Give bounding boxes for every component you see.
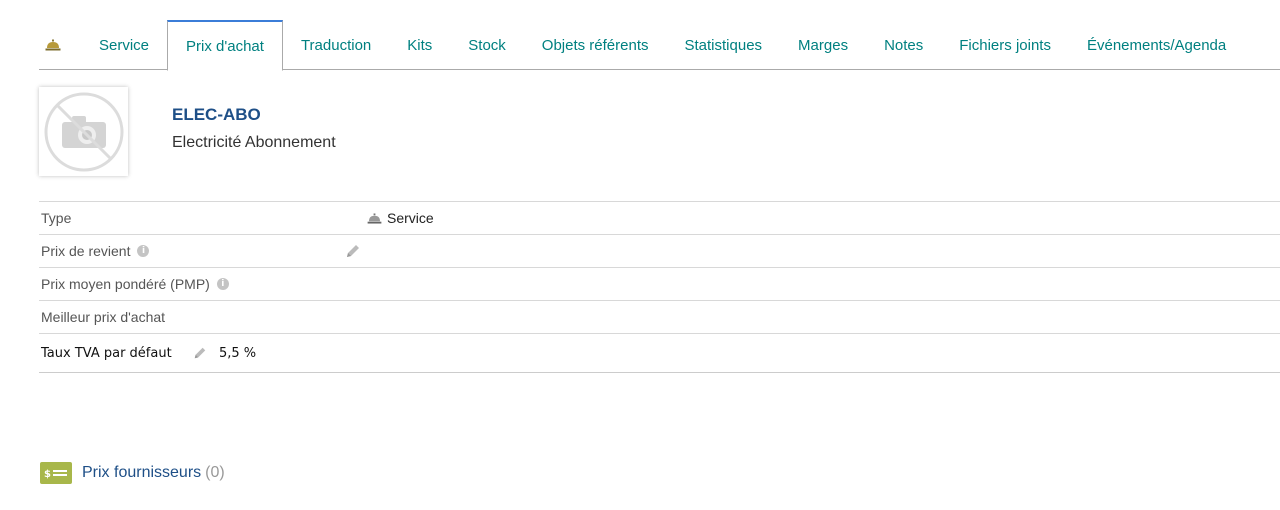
tab-purchase-prices[interactable]: Prix d'achat xyxy=(167,20,283,71)
field-label-type: Type xyxy=(41,210,72,226)
tab-kits[interactable]: Kits xyxy=(389,20,450,70)
field-row-cost-price: Prix de revient i xyxy=(39,235,1280,268)
tab-stock[interactable]: Stock xyxy=(450,20,524,70)
field-label-pmp: Prix moyen pondéré (PMP) i xyxy=(41,276,229,292)
tab-referring-objects[interactable]: Objets référents xyxy=(524,20,667,70)
edit-cost-price-pencil-icon[interactable] xyxy=(345,243,361,259)
field-label-cost-price: Prix de revient i xyxy=(41,243,150,259)
service-bell-icon xyxy=(45,39,61,51)
info-icon[interactable]: i xyxy=(137,245,150,257)
tab-statistics[interactable]: Statistiques xyxy=(667,20,781,70)
field-value-type-text: Service xyxy=(387,210,434,226)
field-row-vat: Taux TVA par défaut 5,5 % xyxy=(39,334,1280,373)
supplier-prices-section: $ Prix fournisseurs (0) xyxy=(40,462,225,484)
product-photo-placeholder[interactable] xyxy=(39,87,128,176)
supplier-prices-title[interactable]: Prix fournisseurs xyxy=(82,464,201,482)
supplier-price-icon: $ xyxy=(40,462,72,484)
product-fields-table: Type Service Prix de revient i Prix moye… xyxy=(39,201,1280,373)
field-row-type: Type Service xyxy=(39,202,1280,235)
supplier-prices-count: (0) xyxy=(205,464,225,481)
field-row-best-price: Meilleur prix d'achat xyxy=(39,301,1280,334)
product-ref: ELEC-ABO xyxy=(172,105,261,124)
info-icon[interactable]: i xyxy=(216,278,229,290)
field-label-pmp-text: Prix moyen pondéré (PMP) xyxy=(41,276,210,292)
tab-margins[interactable]: Marges xyxy=(780,20,866,70)
field-value-vat: 5,5 % xyxy=(219,345,257,361)
field-row-pmp: Prix moyen pondéré (PMP) i xyxy=(39,268,1280,301)
no-photo-camera-icon xyxy=(44,92,123,171)
field-label-vat: Taux TVA par défaut xyxy=(41,345,172,361)
tab-translation[interactable]: Traduction xyxy=(283,20,389,70)
tab-attached-files[interactable]: Fichiers joints xyxy=(941,20,1069,70)
tab-service[interactable]: Service xyxy=(81,20,167,70)
edit-vat-pencil-icon[interactable] xyxy=(192,345,208,361)
product-label: Electricité Abonnement xyxy=(172,134,336,151)
service-bell-icon xyxy=(367,212,382,224)
field-value-type: Service xyxy=(367,210,434,226)
tab-bar: Service Prix d'achat Traduction Kits Sto… xyxy=(39,19,1280,71)
svg-text:$: $ xyxy=(44,469,51,480)
field-label-cost-price-text: Prix de revient xyxy=(41,243,131,259)
tab-events-agenda[interactable]: Événements/Agenda xyxy=(1069,20,1244,70)
tab-service-icon[interactable] xyxy=(39,20,81,70)
tab-notes[interactable]: Notes xyxy=(866,20,941,70)
field-label-best-price: Meilleur prix d'achat xyxy=(41,309,166,325)
